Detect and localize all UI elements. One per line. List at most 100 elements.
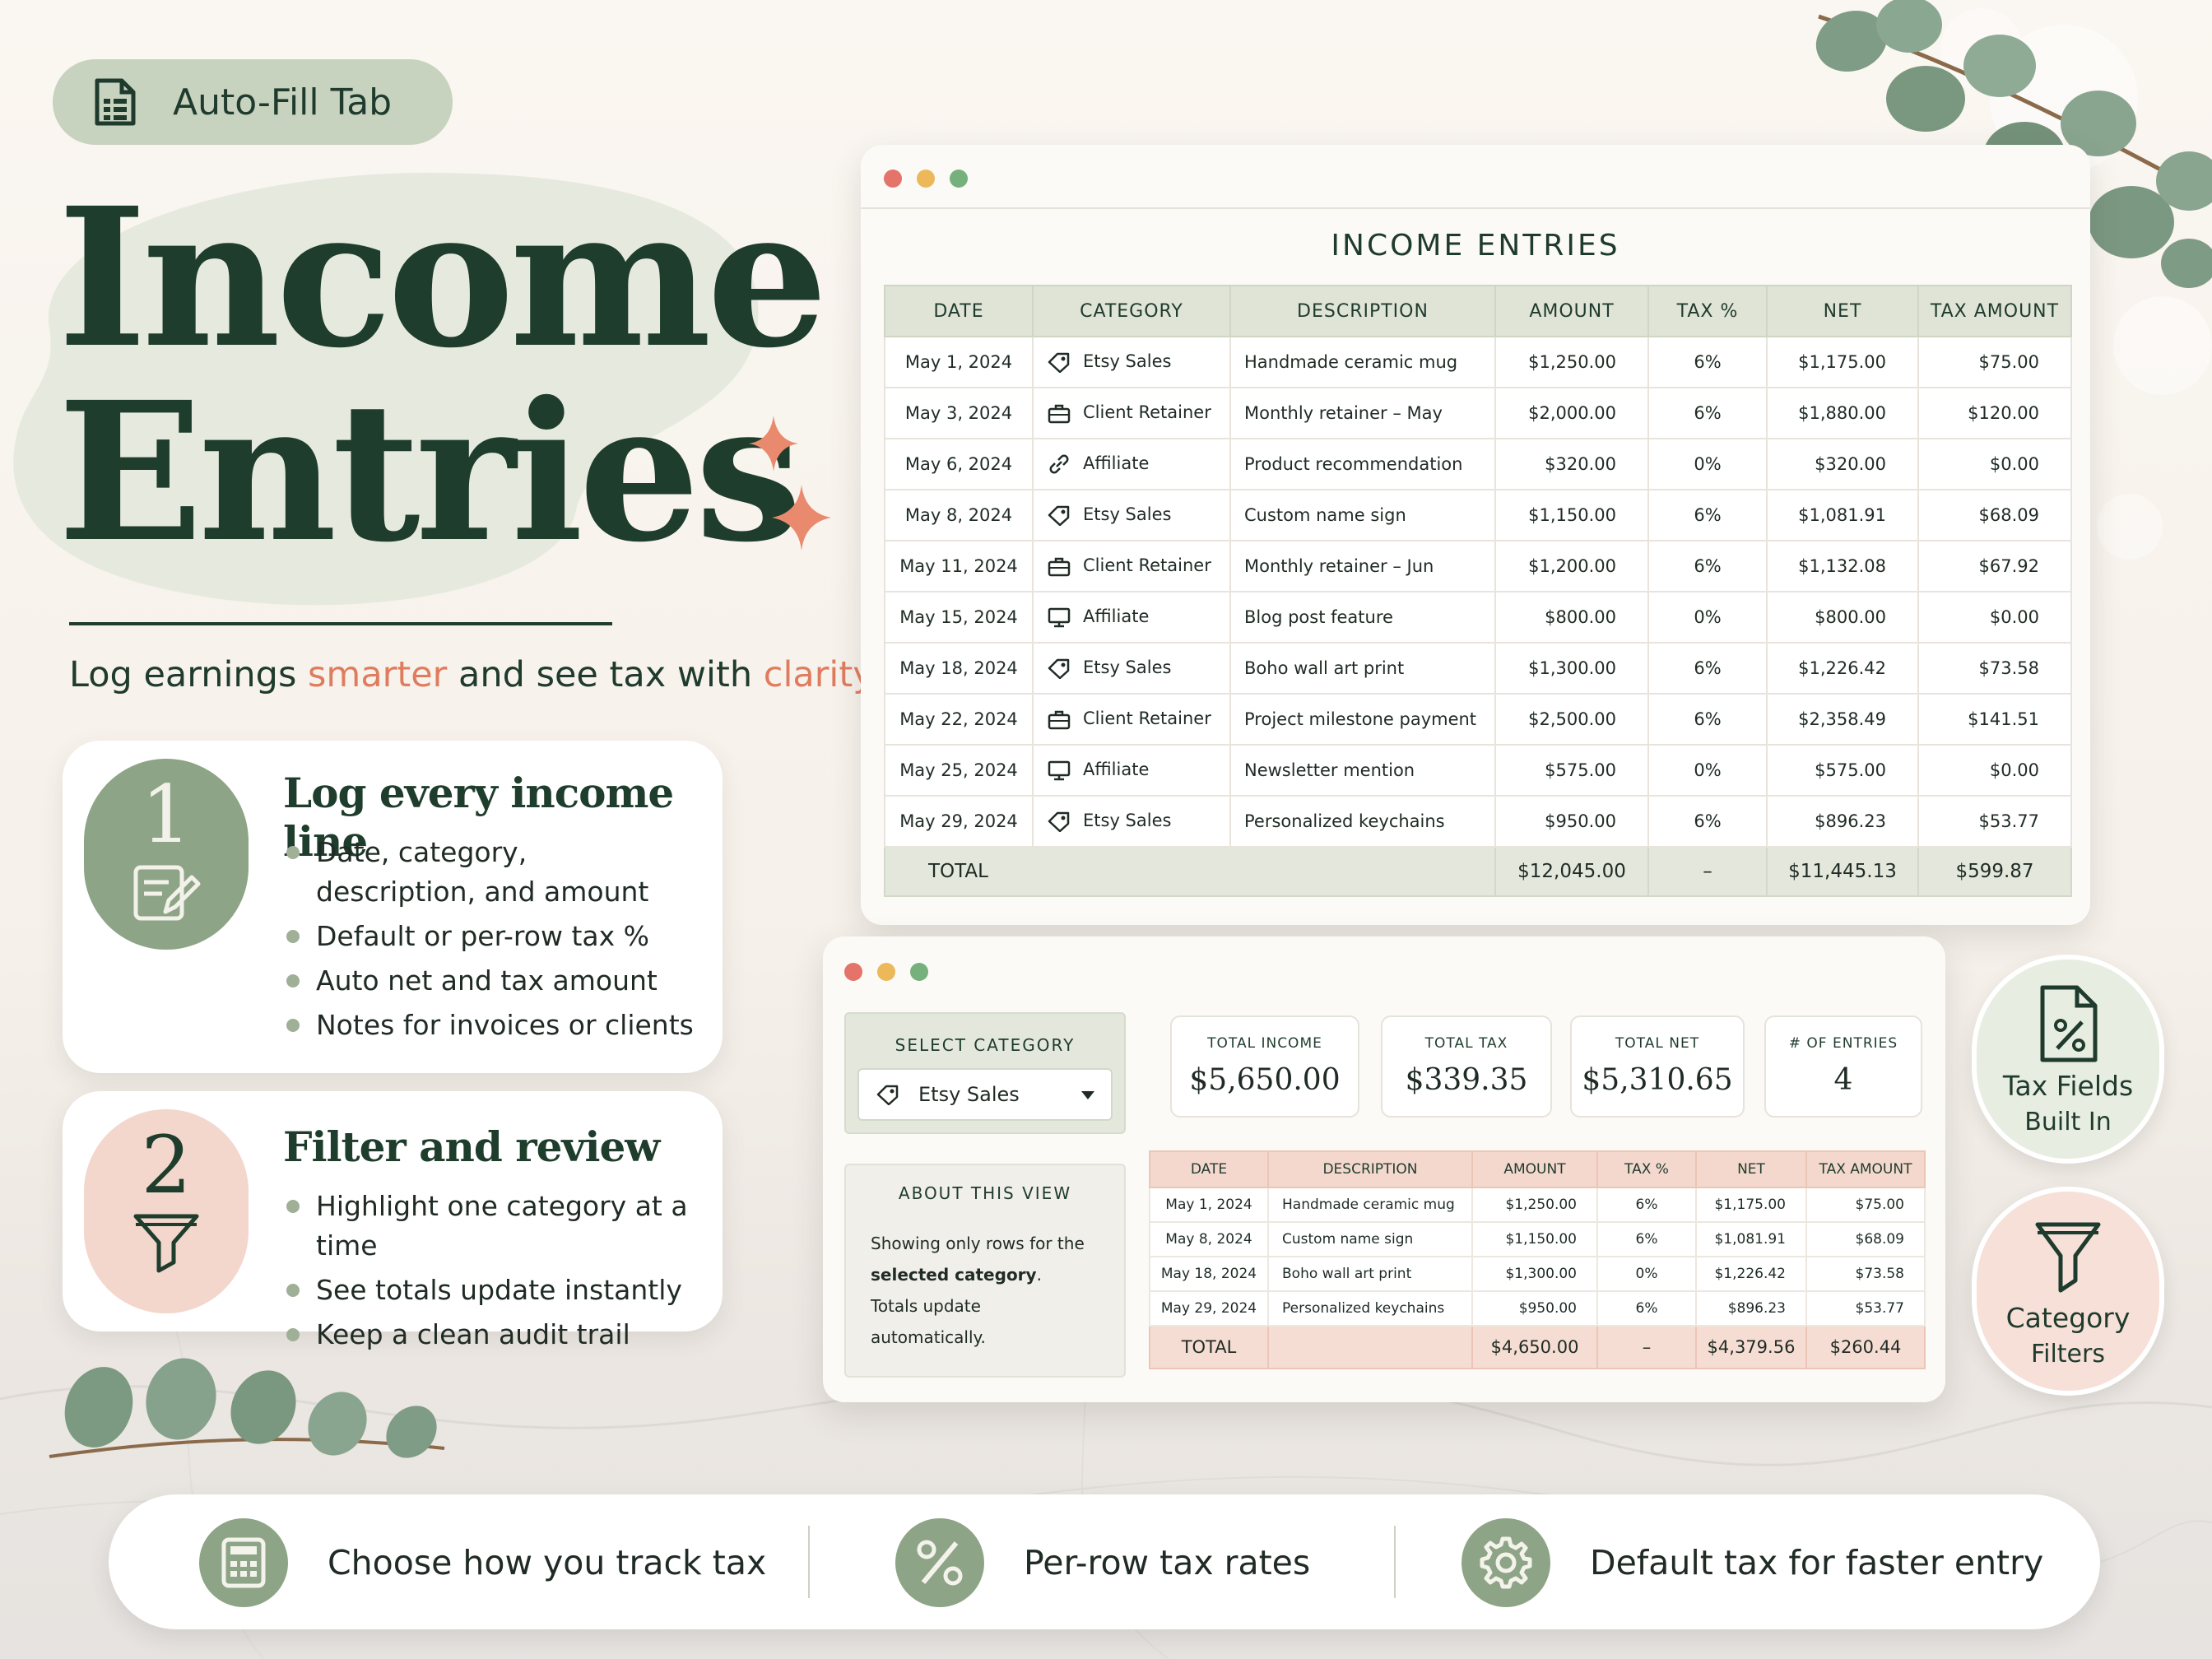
table-row[interactable]: May 29, 2024 Personalized keychains $950.0… — [1149, 1290, 1926, 1327]
chevron-down-icon[interactable] — [1081, 1091, 1094, 1099]
bar-label: Default tax for faster entry — [1590, 1543, 2044, 1582]
stat-value: $339.35 — [1405, 1063, 1528, 1097]
column-header-date[interactable]: DATE — [884, 285, 1034, 337]
cell-net: $320.00 — [1766, 438, 1919, 490]
cell-tax-percent: 6% — [1647, 387, 1768, 439]
about-this-view-panel: ABOUT THIS VIEW Showing only rows for th… — [844, 1164, 1126, 1378]
cell-tax-percent: 6% — [1647, 642, 1768, 695]
table-header-row: DATE DESCRIPTION AMOUNT TAX % NET TAX AM… — [1149, 1150, 1926, 1188]
bar-item-track-tax: Choose how you track tax — [199, 1518, 766, 1607]
bar-divider — [1394, 1526, 1396, 1598]
auto-fill-tab-badge: Auto-Fill Tab — [53, 59, 453, 145]
cell-net: $896.23 — [1766, 795, 1919, 848]
feature-bullets: Highlight one category at a time See tot… — [283, 1187, 695, 1359]
bar-item-default-tax: Default tax for faster entry — [1462, 1518, 2044, 1607]
cell-description: Personalized keychains — [1267, 1290, 1473, 1327]
table-row[interactable]: May 22, 2024 Client Retainer Project miles… — [884, 693, 2072, 746]
cell-tax-percent: 6% — [1596, 1187, 1697, 1223]
category-label: Client Retainer — [1083, 555, 1211, 575]
feature-title: Filter and review — [283, 1122, 660, 1171]
cell-description: Boho wall art print — [1267, 1256, 1473, 1292]
column-header-description[interactable]: DESCRIPTION — [1229, 285, 1496, 337]
table-row[interactable]: May 3, 2024 Client Retainer Monthly retain… — [884, 387, 2072, 439]
column-header-net[interactable]: NET — [1695, 1150, 1807, 1188]
funnel-icon — [2035, 1222, 2101, 1293]
stat-value: 4 — [1833, 1063, 1853, 1097]
column-header-category[interactable]: CATEGORY — [1032, 285, 1231, 337]
cell-amount: $2,500.00 — [1494, 693, 1649, 746]
column-header-amount[interactable]: AMOUNT — [1494, 285, 1649, 337]
cell-date: May 29, 2024 — [1149, 1290, 1269, 1327]
category-label: Etsy Sales — [1083, 658, 1172, 677]
edit-note-icon — [133, 865, 201, 921]
cell-tax-amount: $75.00 — [1805, 1187, 1926, 1223]
page-title: Income Entries — [58, 181, 828, 569]
cell-amount: $1,300.00 — [1471, 1256, 1598, 1292]
cell-tax-percent: 6% — [1596, 1221, 1697, 1257]
briefcase-icon — [1048, 557, 1071, 577]
cell-amount: $1,250.00 — [1494, 336, 1649, 388]
cell-net: $1,226.42 — [1695, 1256, 1807, 1292]
category-label: Etsy Sales — [1083, 811, 1172, 830]
minimize-window-button[interactable] — [917, 170, 935, 188]
column-header-date[interactable]: DATE — [1149, 1150, 1269, 1188]
tax-fields-badge: Tax Fields Built In — [1972, 955, 2164, 1164]
table-row[interactable]: May 1, 2024 Handmade ceramic mug $1,250.00… — [1149, 1187, 1926, 1223]
table-row[interactable]: May 15, 2024 Affiliate Blog post feature $8… — [884, 591, 2072, 644]
cell-category: Client Retainer — [1032, 540, 1231, 592]
category-label: Affiliate — [1083, 606, 1150, 626]
maximize-window-button[interactable] — [910, 963, 928, 981]
category-label: Affiliate — [1083, 760, 1150, 779]
table-row[interactable]: May 8, 2024 Etsy Sales Custom name sign $1,… — [884, 489, 2072, 541]
column-header-net[interactable]: NET — [1766, 285, 1919, 337]
sparkle-icon — [749, 416, 831, 551]
cell-amount: $1,250.00 — [1471, 1187, 1598, 1223]
cell-date: May 22, 2024 — [884, 693, 1034, 746]
feature-card-log: 1 Log every income line Date, category, … — [63, 741, 723, 1073]
minimize-window-button[interactable] — [877, 963, 895, 981]
category-dropdown[interactable]: Etsy Sales — [857, 1068, 1113, 1121]
cell-tax-percent: 0% — [1647, 438, 1768, 490]
category-filters-badge: Category Filters — [1972, 1187, 2164, 1396]
close-window-button[interactable] — [844, 963, 862, 981]
cell-description: Monthly retainer – May — [1229, 387, 1496, 439]
table-row[interactable]: May 25, 2024 Affiliate Newsletter mention $… — [884, 744, 2072, 797]
feature-bullet: Notes for invoices or clients — [283, 1006, 695, 1045]
column-header-tax-amount[interactable]: TAX AMOUNT — [1917, 285, 2072, 337]
cell-amount: $1,150.00 — [1494, 489, 1649, 541]
cell-date: May 8, 2024 — [1149, 1221, 1269, 1257]
table-row[interactable]: May 8, 2024 Custom name sign $1,150.00 6% $1… — [1149, 1221, 1926, 1257]
income-entries-table: DATE CATEGORY DESCRIPTION AMOUNT TAX % N… — [884, 285, 2072, 897]
table-total-row: TOTAL $4,650.00 – $4,379.56 $260.44 — [1149, 1325, 1926, 1369]
cell-date: May 18, 2024 — [884, 642, 1034, 695]
column-header-tax-percent[interactable]: TAX % — [1596, 1150, 1697, 1188]
cell-net: $2,358.49 — [1766, 693, 1919, 746]
table-row[interactable]: May 11, 2024 Client Retainer Monthly retai… — [884, 540, 2072, 592]
column-header-description[interactable]: DESCRIPTION — [1267, 1150, 1473, 1188]
close-window-button[interactable] — [884, 170, 902, 188]
table-row[interactable]: May 1, 2024 Etsy Sales Handmade ceramic mu… — [884, 336, 2072, 388]
cell-tax-amount: $68.09 — [1805, 1221, 1926, 1257]
cell-tax-percent: 6% — [1647, 489, 1768, 541]
badge-line-2: Built In — [2024, 1108, 2112, 1136]
table-row[interactable]: May 29, 2024 Etsy Sales Personalized keych… — [884, 795, 2072, 848]
feature-bullet: Auto net and tax amount — [283, 961, 695, 1001]
table-row[interactable]: May 18, 2024 Boho wall art print $1,300.00… — [1149, 1256, 1926, 1292]
cell-description: Personalized keychains — [1229, 795, 1496, 848]
category-label: Client Retainer — [1083, 709, 1211, 728]
cell-tax-amount: $0.00 — [1917, 591, 2072, 644]
cell-date: May 29, 2024 — [884, 795, 1034, 848]
maximize-window-button[interactable] — [950, 170, 968, 188]
cell-net: $896.23 — [1695, 1290, 1807, 1327]
column-header-tax-percent[interactable]: TAX % — [1647, 285, 1768, 337]
subtitle-accent-smarter: smarter — [308, 654, 448, 695]
column-header-amount[interactable]: AMOUNT — [1471, 1150, 1598, 1188]
subtitle-text: Log earnings — [69, 654, 309, 695]
cell-tax-percent: 6% — [1596, 1290, 1697, 1327]
column-header-tax-amount[interactable]: TAX AMOUNT — [1805, 1150, 1926, 1188]
table-row[interactable]: May 18, 2024 Etsy Sales Boho wall art prin… — [884, 642, 2072, 695]
table-row[interactable]: May 6, 2024 Affiliate Product recommendati… — [884, 438, 2072, 490]
window-title: INCOME ENTRIES — [1331, 229, 1620, 263]
cell-category: Etsy Sales — [1032, 795, 1231, 848]
percent-icon — [895, 1518, 984, 1607]
